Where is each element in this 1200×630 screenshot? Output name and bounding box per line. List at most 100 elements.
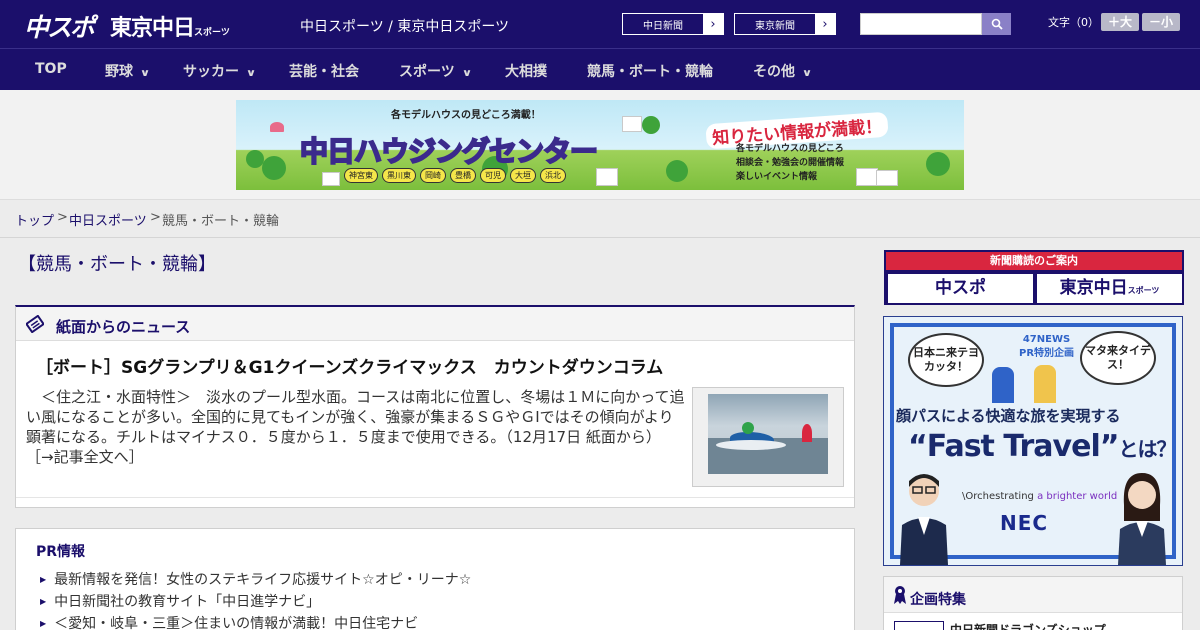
search-box	[860, 13, 1011, 35]
ad-pr-line1: 47NEWS	[1022, 334, 1071, 345]
news-body: ＜住之江・水面特性＞ 淡水のプール型水面。コースは南北に位置し、冬場は１Ｍに向か…	[26, 387, 686, 467]
nav-item-soccer[interactable]: サッカー ∨	[183, 61, 257, 81]
banner-feature: 相談会・勉強会の開催情報	[736, 158, 845, 168]
nav-item-sumo[interactable]: 大相撲	[505, 61, 547, 81]
nav-item-soccer-label: サッカー	[183, 64, 239, 80]
pr-list-item[interactable]: ▶ 中日新聞社の教育サイト「中日進学ナビ」	[40, 591, 471, 613]
feature-item-link[interactable]: 中日新聞ドラゴンズショップ	[950, 621, 1106, 630]
subscribe-tokyo-chunichi-button[interactable]: 東京中日スポーツ	[1037, 274, 1182, 303]
banner-city: 可児	[480, 168, 506, 183]
chevron-down-icon: ∨	[801, 68, 813, 79]
speech-bubble-left: 日本ニ来テヨカッタ！	[908, 333, 984, 387]
businessman-figure	[900, 474, 948, 565]
search-input[interactable]	[860, 13, 982, 35]
traveler-figure	[992, 367, 1014, 403]
pr-section: PR情報 ▶ 最新情報を発信！女性のステキライフ応援サイト☆オピ・リーナ☆ ▶ 中日…	[15, 528, 855, 630]
pr-list-item[interactable]: ▶ 最新情報を発信！女性のステキライフ応援サイト☆オピ・リーナ☆	[40, 569, 471, 591]
ad-tagline-prefix: \Orchestrating	[962, 491, 1034, 502]
news-thumbnail[interactable]	[692, 387, 844, 487]
nav-item-other[interactable]: その他 ∨	[753, 61, 813, 81]
nav-item-baseball-label: 野球	[105, 64, 133, 80]
feature-thumbnail[interactable]	[894, 621, 944, 630]
nec-logo: NEC	[1000, 511, 1049, 535]
news-headline[interactable]: ［ボート］SGグランプリ＆G1クイーンズクライマックス カウントダウンコラム	[36, 353, 663, 378]
read-more-link[interactable]: ［→記事全文へ］	[26, 448, 144, 466]
chevron-right-icon: ›	[703, 14, 723, 34]
site-name[interactable]: 中日スポーツ / 東京中日スポーツ	[300, 16, 509, 36]
nav-item-other-label: その他	[753, 64, 795, 80]
nav-item-top[interactable]: TOP	[35, 61, 67, 77]
tokyo-chunichi-logo[interactable]: 東京中日スポーツ	[110, 10, 230, 42]
newspaper-icon	[26, 315, 44, 333]
banner-city-list: 神宮東 黒川東 岡崎 豊橋 可児 大垣 浜北	[344, 168, 566, 183]
banner-title: 中日ハウジングセンター	[299, 134, 599, 169]
subscribe-tokyo-chunichi-label: 東京中日	[1059, 278, 1128, 298]
nav-item-entertainment[interactable]: 芸能・社会	[289, 61, 359, 81]
pr-list-item[interactable]: ▶ ＜愛知・岐阜・三重＞住まいの情報が満載！中日住宅ナビ	[40, 613, 471, 630]
banner-feature: 各モデルハウスの見どころ	[736, 144, 844, 154]
triangle-right-icon: ▶	[40, 575, 47, 584]
top-header: 中スポ 東京中日スポーツ 中日スポーツ / 東京中日スポーツ 中日新聞 › 東京…	[0, 0, 1200, 48]
banner-city: 神宮東	[344, 168, 378, 183]
pr-list: ▶ 最新情報を発信！女性のステキライフ応援サイト☆オピ・リーナ☆ ▶ 中日新聞社の教…	[40, 569, 471, 630]
banner-city: 大垣	[510, 168, 536, 183]
ad-fast-travel-title: “Fast Travel”とは？	[908, 429, 1176, 464]
traveler-figure	[1034, 365, 1056, 403]
subscribe-tokyo-chunichi-suffix: スポーツ	[1127, 286, 1160, 295]
banner-city: 岡崎	[420, 168, 446, 183]
house-icon	[856, 168, 878, 186]
ad-pr-label: 47NEWS PR特別企画	[1019, 333, 1074, 361]
tokyo-chunichi-logo-text: 東京中日	[110, 16, 195, 41]
nav-item-sports[interactable]: スポーツ ∨	[399, 61, 472, 81]
banner-area: 各モデルハウスの見どころ満載！ 中日ハウジングセンター 知りたい情報が満載！ 各…	[0, 90, 1200, 200]
breadcrumb-separator: >	[150, 210, 161, 225]
search-icon	[991, 18, 1003, 30]
subscribe-chuspo-button[interactable]: 中スポ	[888, 274, 1033, 303]
search-button[interactable]	[982, 13, 1011, 35]
ad-tagline: \Orchestrating a brighter world	[962, 491, 1117, 502]
ad-fast-travel-text: “Fast Travel”	[908, 429, 1119, 464]
ad-pr-line2: PR特別企画	[1019, 348, 1075, 359]
house-icon	[322, 172, 340, 186]
house-icon	[876, 170, 898, 186]
housing-center-banner[interactable]: 各モデルハウスの見どころ満載！ 中日ハウジングセンター 知りたい情報が満載！ 各…	[236, 100, 964, 190]
triangle-right-icon: ▶	[40, 619, 47, 628]
font-smaller-button[interactable]: －小	[1142, 13, 1180, 31]
font-size-label: 文字（0）	[1048, 16, 1099, 29]
chevron-down-icon: ∨	[245, 68, 257, 79]
triangle-right-icon: ▶	[40, 597, 47, 606]
feature-section: 企画特集 中日新聞ドラゴンズショップ	[883, 576, 1183, 630]
nav-item-keiba[interactable]: 競馬・ボート・競輪	[587, 61, 713, 81]
font-larger-button[interactable]: ＋大	[1101, 13, 1139, 31]
main-nav: TOP 野球 ∨ サッカー ∨ 芸能・社会 スポーツ ∨ 大相撲 競馬・ボート・競輪 …	[0, 48, 1200, 90]
chevron-right-icon: ›	[815, 14, 835, 34]
ribbon-icon	[894, 586, 906, 604]
tree-icon	[926, 152, 950, 176]
breadcrumb-top[interactable]: トップ	[15, 210, 54, 229]
tree-icon	[642, 116, 660, 134]
pr-list-item-label: 最新情報を発信！女性のステキライフ応援サイト☆オピ・リーナ☆	[54, 572, 472, 588]
subscription-box[interactable]: 新聞購読のご案内 中スポ 東京中日スポーツ	[884, 250, 1184, 305]
nav-item-sumo-label: 大相撲	[505, 64, 547, 80]
pr-list-item-label: 中日新聞社の教育サイト「中日進学ナビ」	[54, 594, 321, 610]
ad-catchphrase: 顔パスによる快適な旅を実現する	[896, 407, 1121, 425]
tokyo-shimbun-link[interactable]: 東京新聞 ›	[734, 13, 836, 35]
speech-bubble-right: マタ来タイデス！	[1080, 331, 1156, 385]
banner-city: 浜北	[540, 168, 566, 183]
chuspo-logo[interactable]: 中スポ	[24, 8, 95, 44]
banner-feature: 楽しいイベント情報	[736, 172, 818, 182]
boat-race-photo	[708, 394, 828, 474]
chevron-down-icon: ∨	[139, 68, 151, 79]
news-section: 紙面からのニュース ［ボート］SGグランプリ＆G1クイーンズクライマックス カウ…	[15, 305, 855, 508]
page-title: 【競馬・ボート・競輪】	[18, 254, 216, 275]
nav-item-entertainment-label: 芸能・社会	[289, 64, 359, 80]
tree-icon	[262, 156, 286, 180]
chunichi-shimbun-link[interactable]: 中日新聞 ›	[622, 13, 724, 35]
house-icon	[622, 116, 642, 132]
breadcrumb-chunichi-sports[interactable]: 中日スポーツ	[69, 210, 147, 229]
pr-section-title: PR情報	[36, 544, 86, 560]
news-section-title: 紙面からのニュース	[56, 318, 191, 336]
nec-advertisement[interactable]: 日本ニ来テヨカッタ！ マタ来タイデス！ 47NEWS PR特別企画 顔パスによる…	[883, 316, 1183, 566]
house-icon	[596, 168, 618, 186]
nav-item-baseball[interactable]: 野球 ∨	[105, 61, 151, 81]
